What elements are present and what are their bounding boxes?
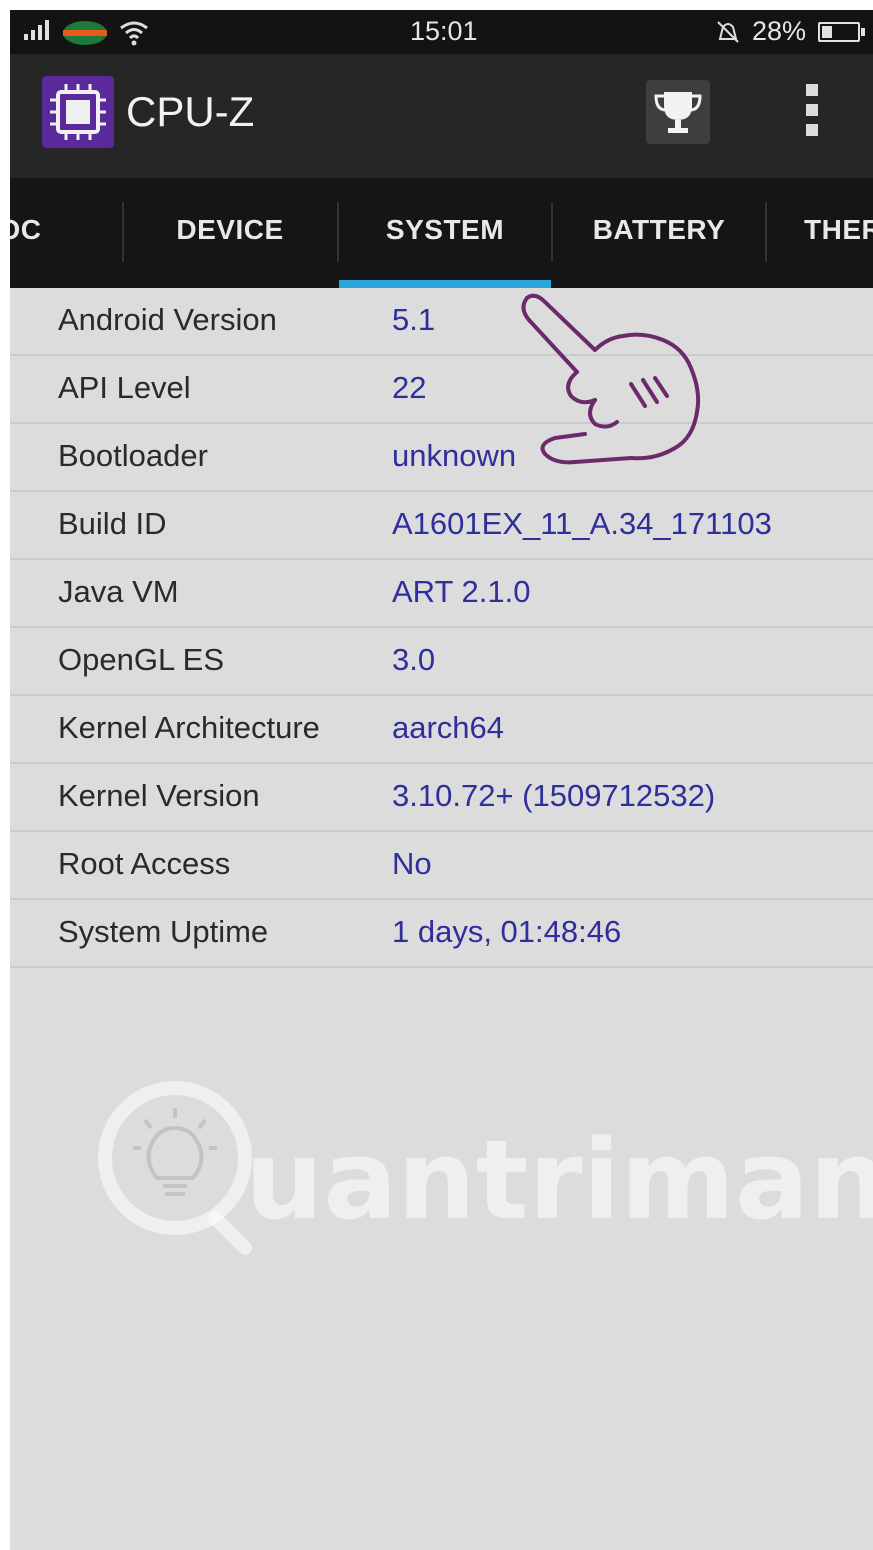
overflow-menu-icon[interactable] — [800, 84, 824, 144]
info-row-root-access: Root Access No — [10, 832, 873, 900]
row-label: Build ID — [58, 506, 167, 541]
row-value: unknown — [392, 438, 517, 473]
watermark-logo: uantrimang — [98, 1081, 873, 1255]
row-value: A1601EX_11_A.34_171103 — [392, 506, 772, 541]
info-row-android-version: Android Version 5.1 — [10, 288, 873, 356]
row-label: API Level — [58, 370, 191, 405]
row-label: Android Version — [58, 302, 277, 337]
tab-divider — [765, 202, 767, 262]
info-row-kernel-architecture: Kernel Architecture aarch64 — [10, 696, 873, 764]
info-row-bootloader: Bootloader unknown — [10, 424, 873, 492]
carrier-icon — [63, 21, 107, 45]
row-label: OpenGL ES — [58, 642, 225, 677]
info-row-build-id: Build ID A1601EX_11_A.34_171103 — [10, 492, 873, 560]
row-value: 22 — [392, 370, 427, 405]
row-label: Kernel Version — [58, 778, 260, 813]
wifi-icon — [120, 21, 148, 46]
watermark-text: uantrimang — [245, 1116, 873, 1244]
status-time: 15:01 — [410, 16, 478, 46]
system-info-list: Android Version 5.1 API Level 22 Bootloa… — [10, 288, 873, 968]
trophy-icon — [654, 92, 702, 133]
tab-soc[interactable]: OC — [10, 178, 120, 288]
signal-icon — [24, 20, 49, 40]
row-label: Java VM — [58, 574, 179, 609]
row-label: Bootloader — [58, 438, 208, 473]
row-value: 1 days, 01:48:46 — [392, 914, 622, 949]
row-label: Kernel Architecture — [58, 710, 320, 745]
battery-percent: 28% — [752, 16, 807, 46]
info-row-system-uptime: System Uptime 1 days, 01:48:46 — [10, 900, 873, 968]
cpu-chip-icon — [42, 76, 114, 148]
alarm-off-icon — [717, 21, 739, 43]
row-label: Root Access — [58, 846, 231, 881]
info-row-java-vm: Java VM ART 2.1.0 — [10, 560, 873, 628]
tab-bar: OC DEVICE SYSTEM BATTERY THER — [10, 178, 873, 288]
row-value: ART 2.1.0 — [392, 574, 531, 609]
phone-screen: 15:01 28% CPU-Z C DEVICE SYSTEM BATTERY … — [10, 10, 873, 1550]
app-bar: CPU-Z — [10, 54, 873, 178]
info-row-opengl-es: OpenGL ES 3.0 — [10, 628, 873, 696]
app-title: CPU-Z — [126, 88, 255, 135]
tab-battery[interactable]: BATTERY — [553, 178, 765, 288]
tab-device[interactable]: DEVICE — [124, 178, 336, 288]
row-label: System Uptime — [58, 914, 269, 949]
selected-tab-indicator — [339, 280, 551, 288]
pointing-hand-annotation-icon — [521, 293, 701, 465]
tab-system[interactable]: SYSTEM — [339, 178, 551, 288]
row-value: 5.1 — [392, 302, 436, 337]
trophy-button[interactable] — [646, 80, 710, 144]
row-value: 3.10.72+ (1509712532) — [392, 778, 716, 813]
battery-icon — [818, 22, 865, 42]
info-row-kernel-version: Kernel Version 3.10.72+ (1509712532) — [10, 764, 873, 832]
tab-thermal[interactable]: THER — [804, 178, 873, 288]
row-value: aarch64 — [392, 710, 505, 745]
status-bar: 15:01 28% — [10, 10, 873, 54]
row-value: 3.0 — [392, 642, 436, 677]
row-value: No — [392, 846, 432, 881]
info-row-api-level: API Level 22 — [10, 356, 873, 424]
